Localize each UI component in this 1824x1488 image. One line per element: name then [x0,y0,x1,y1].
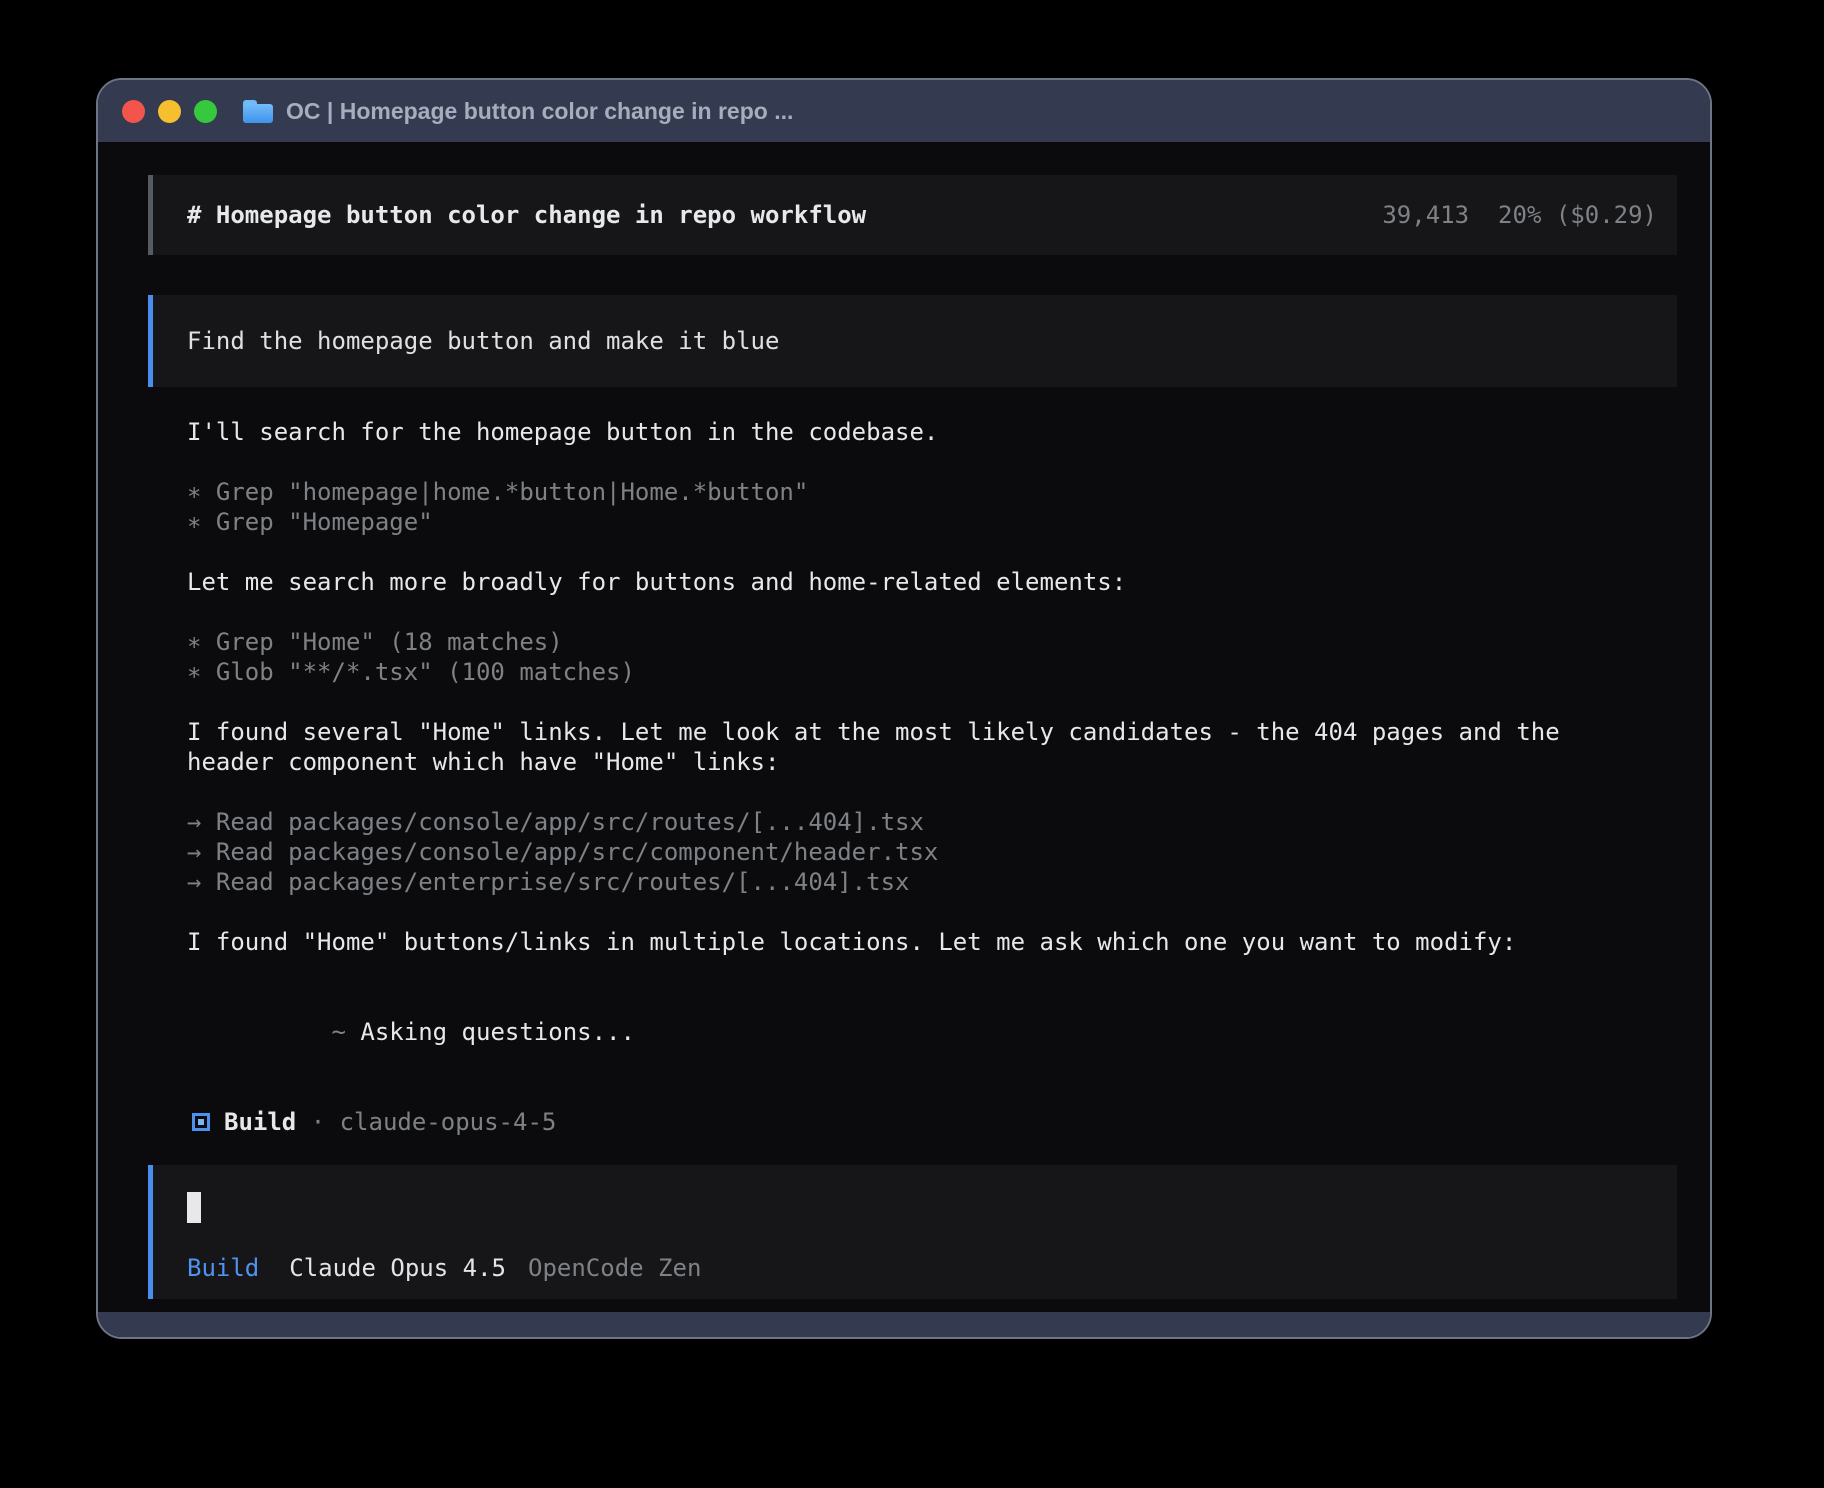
assistant-paragraph: I found "Home" buttons/links in multiple… [187,927,1677,957]
window-bottom-bar [98,1312,1710,1337]
zoom-button[interactable] [194,100,217,123]
minimize-button[interactable] [158,100,181,123]
tool-call-read: → Read packages/console/app/src/componen… [187,837,1677,867]
tool-call-group: ∗ Grep "homepage|home.*button|Home.*butt… [187,477,1677,537]
terminal-content[interactable]: # Homepage button color change in repo w… [98,142,1710,1312]
working-prefix: ~ [332,1018,361,1046]
window-title: OC | Homepage button color change in rep… [286,98,793,125]
window-controls [122,100,217,123]
dot-separator: · [296,1108,339,1136]
tool-call-group: ∗ Grep "Home" (18 matches) ∗ Glob "**/*.… [187,627,1677,687]
user-message: Find the homepage button and make it blu… [148,295,1677,387]
assistant-text: I found several "Home" links. Let me loo… [187,717,1677,747]
tool-call-read: → Read packages/console/app/src/routes/[… [187,807,1677,837]
agent-name: Build [224,1108,296,1136]
tool-call-group: → Read packages/console/app/src/routes/[… [187,807,1677,897]
assistant-text: I'll search for the homepage button in t… [187,417,1677,447]
user-message-text: Find the homepage button and make it blu… [187,327,779,355]
session-title: # Homepage button color change in repo w… [187,201,866,229]
working-text: Asking questions... [360,1018,635,1046]
status-left: esc interrupt [165,1290,649,1312]
model-row: Build Claude Opus 4.5 OpenCode Zen [187,1253,1677,1283]
input-agent-label[interactable]: Build [187,1253,259,1283]
build-agent-icon [192,1113,210,1131]
keyhint-commands: ctrl+p commands [1366,1290,1710,1312]
keyhint-interrupt: esc interrupt [317,1290,649,1312]
session-stats: 39,413 20% ($0.29) [1382,201,1657,229]
text-cursor [187,1192,201,1223]
keyhint-variants: ctrl+t variants [649,1290,1010,1312]
folder-icon [243,100,273,123]
assistant-text: Let me search more broadly for buttons a… [187,567,1677,597]
tool-call-glob: ∗ Glob "**/*.tsx" (100 matches) [187,657,1677,687]
input-model-label[interactable]: Claude Opus 4.5 [289,1253,506,1283]
tool-call-grep: ∗ Grep "homepage|home.*button|Home.*butt… [187,477,1677,507]
prompt-input[interactable]: Build Claude Opus 4.5 OpenCode Zen [148,1165,1677,1299]
agent-model: claude-opus-4-5 [340,1108,557,1136]
tool-call-grep: ∗ Grep "Home" (18 matches) [187,627,1677,657]
tool-call-read: → Read packages/enterprise/src/routes/[.… [187,867,1677,897]
working-status: ~ Asking questions... [187,987,1677,1077]
terminal-window: OC | Homepage button color change in rep… [96,78,1712,1339]
assistant-response: I'll search for the homepage button in t… [187,417,1677,1137]
input-provider-label: OpenCode Zen [528,1253,701,1283]
close-button[interactable] [122,100,145,123]
assistant-paragraph: I'll search for the homepage button in t… [187,417,1677,447]
session-header: # Homepage button color change in repo w… [148,175,1677,255]
assistant-paragraph: Let me search more broadly for buttons a… [187,567,1677,597]
status-right: ctrl+t variants tab agents ctrl+p comman… [649,1290,1710,1312]
agent-status-line: Build · claude-opus-4-5 [187,1107,1677,1137]
context-usage: 20% ($0.29) [1498,201,1657,229]
title-bar[interactable]: OC | Homepage button color change in rep… [98,80,1710,142]
keyhint-agents: tab agents [1044,1290,1333,1312]
assistant-text: header component which have "Home" links… [187,747,1677,777]
assistant-paragraph: I found several "Home" links. Let me loo… [187,717,1677,777]
tool-call-grep: ∗ Grep "Homepage" [187,507,1677,537]
token-count: 39,413 [1382,201,1469,229]
assistant-text: I found "Home" buttons/links in multiple… [187,927,1677,957]
